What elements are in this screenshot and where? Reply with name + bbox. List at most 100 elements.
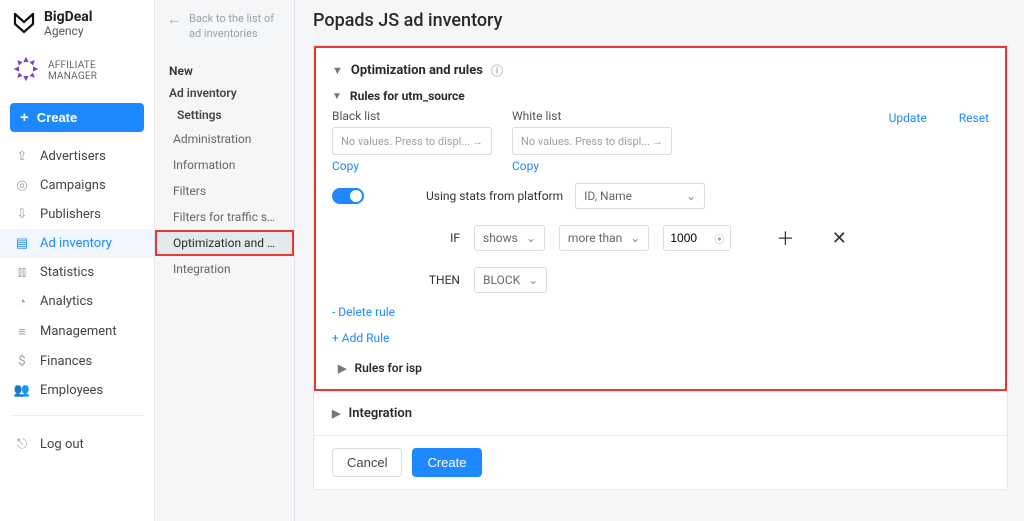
context-panel: ← Back to the list of ad inventories New…: [155, 0, 295, 521]
rules-isp-row[interactable]: ▶ Rules for isp: [332, 345, 989, 381]
reset-link[interactable]: Reset: [959, 111, 989, 125]
nav-label: Finances: [40, 354, 92, 369]
blacklist-input[interactable]: No values. Press to displ... →: [332, 127, 492, 155]
nav-campaigns[interactable]: ◎ Campaigns: [0, 171, 154, 200]
nav-label: Publishers: [40, 207, 101, 222]
affiliate-manager: AFFILIATE MANAGER: [0, 47, 154, 97]
nav-label: Advertisers: [40, 149, 106, 164]
nav-publishers[interactable]: ⇩ Publishers: [0, 200, 154, 229]
lists-row: Black list No values. Press to displ... …: [332, 109, 989, 173]
section-settings: Settings: [155, 104, 294, 126]
finances-icon: $: [14, 354, 30, 369]
value-input[interactable]: ⦿: [663, 225, 731, 251]
nav-ad-inventory[interactable]: ▤ Ad inventory: [0, 229, 154, 258]
info-icon: ⓘ: [491, 62, 503, 79]
chevron-down-icon: ⌄: [686, 189, 696, 203]
main-nav: ⇪ Advertisers ◎ Campaigns ⇩ Publishers ▤…: [0, 140, 154, 407]
nav-finances[interactable]: $ Finances: [0, 347, 154, 376]
ctx-integration[interactable]: Integration: [155, 256, 294, 282]
divider: [10, 415, 144, 416]
add-condition-button[interactable]: ＋: [773, 226, 797, 250]
create-label: Create: [37, 110, 77, 125]
value-field[interactable]: [670, 231, 708, 245]
nav-employees[interactable]: 👥 Employees: [0, 376, 154, 405]
ctx-filters-sources[interactable]: Filters for traffic sour...: [155, 204, 294, 230]
ctx-optimization[interactable]: Optimization and rules: [155, 230, 294, 256]
nav-label: Analytics: [40, 294, 93, 309]
nav-statistics[interactable]: ⫾⫾ Statistics: [0, 258, 154, 287]
placeholder: No values. Press to displ...: [521, 135, 650, 148]
stepper-icon: ⦿: [714, 231, 724, 246]
section-title-text: Optimization and rules: [351, 63, 483, 78]
section-new: New: [155, 58, 294, 82]
cancel-button[interactable]: Cancel: [332, 448, 402, 477]
operator-select[interactable]: more than ⌄: [559, 225, 649, 251]
nav-label: Statistics: [40, 265, 94, 280]
plus-icon: +: [20, 110, 29, 125]
blacklist-col: Black list No values. Press to displ... …: [332, 109, 492, 173]
whitelist-input[interactable]: No values. Press to displ... →: [512, 127, 672, 155]
create-button[interactable]: + Create: [10, 103, 144, 132]
then-label: THEN: [420, 273, 460, 287]
brand-sub: Agency: [44, 25, 93, 38]
highlight-box: ▼ Optimization and rules ⓘ ▼ Rules for u…: [314, 46, 1007, 391]
brand-name: BigDeal Agency: [44, 10, 93, 39]
action-select[interactable]: BLOCK ⌄: [474, 267, 547, 293]
placeholder: No values. Press to displ...: [341, 135, 470, 148]
chevron-down-icon: ⌄: [630, 231, 640, 245]
arrow-right-icon: →: [472, 135, 483, 148]
remove-condition-button[interactable]: ✕: [827, 226, 851, 250]
metric-select[interactable]: shows ⌄: [474, 225, 545, 251]
target-icon: ◎: [14, 178, 30, 193]
affiliate-badge-icon: [12, 55, 40, 87]
blacklist-copy[interactable]: Copy: [332, 159, 492, 173]
logout-nav: ⎋ Log out: [0, 428, 154, 461]
nav-logout[interactable]: ⎋ Log out: [0, 430, 154, 459]
upload-icon: ⇪: [14, 149, 30, 164]
nav-management[interactable]: ≡ Management: [0, 317, 154, 347]
create-submit-button[interactable]: Create: [412, 448, 481, 477]
back-link[interactable]: ← Back to the list of ad inventories: [155, 6, 294, 56]
nav-analytics[interactable]: ◔ Analytics: [0, 287, 154, 317]
stats-toggle[interactable]: [332, 188, 364, 204]
brand: BigDeal Agency: [0, 0, 154, 47]
blacklist-label: Black list: [332, 109, 492, 123]
nav-label: Ad inventory: [40, 236, 112, 251]
optimization-title[interactable]: ▼ Optimization and rules ⓘ: [332, 62, 989, 79]
brand-title: BigDeal: [44, 10, 93, 25]
delete-rule-link[interactable]: - Delete rule: [332, 305, 989, 319]
select-value: BLOCK: [483, 273, 520, 287]
whitelist-copy[interactable]: Copy: [512, 159, 672, 173]
select-value: more than: [568, 231, 622, 245]
then-row: THEN BLOCK ⌄: [420, 267, 989, 293]
ctx-filters[interactable]: Filters: [155, 178, 294, 204]
whitelist-col: White list No values. Press to displ... …: [512, 109, 672, 173]
select-value: shows: [483, 231, 518, 245]
content-card: ▼ Optimization and rules ⓘ ▼ Rules for u…: [313, 45, 1008, 490]
list-actions: Update Reset: [889, 109, 989, 125]
rules-isp-text: Rules for isp: [354, 361, 421, 375]
ctx-administration[interactable]: Administration: [155, 126, 294, 152]
arrow-left-icon: ←: [167, 13, 181, 42]
whitelist-label: White list: [512, 109, 672, 123]
if-label: IF: [420, 231, 460, 245]
ctx-information[interactable]: Information: [155, 152, 294, 178]
affiliate-label: AFFILIATE MANAGER: [48, 60, 142, 82]
add-rule-link[interactable]: + Add Rule: [332, 331, 989, 345]
integration-row[interactable]: ▶ Integration: [314, 391, 1007, 435]
platform-select[interactable]: ID, Name ⌄: [575, 183, 705, 209]
analytics-icon: ◔: [14, 294, 30, 310]
if-row: IF shows ⌄ more than ⌄ ⦿ ＋: [420, 225, 989, 251]
brand-logo-icon: [12, 10, 36, 38]
stats-toggle-row: Using stats from platform ID, Name ⌄: [332, 183, 989, 209]
nav-advertisers[interactable]: ⇪ Advertisers: [0, 142, 154, 171]
rules-utm-title[interactable]: ▼ Rules for utm_source: [332, 89, 989, 103]
inventory-icon: ▤: [14, 236, 30, 251]
caret-right-icon: ▶: [338, 362, 346, 375]
nav-label: Management: [40, 324, 117, 339]
integration-text: Integration: [348, 406, 412, 421]
nav-label: Employees: [40, 383, 103, 398]
update-link[interactable]: Update: [889, 111, 927, 125]
chevron-down-icon: ⌄: [528, 273, 538, 287]
caret-down-icon: ▼: [332, 64, 343, 77]
